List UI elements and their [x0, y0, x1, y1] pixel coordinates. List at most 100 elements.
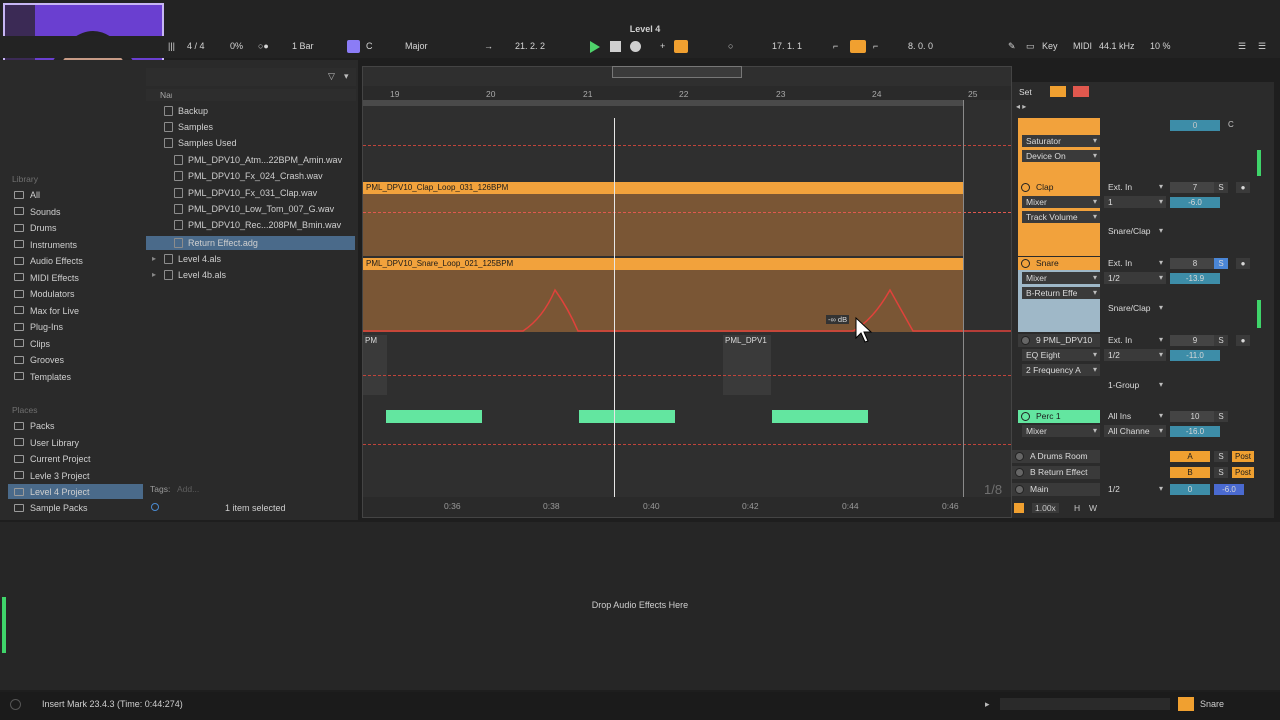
- fold-icon[interactable]: [1015, 485, 1024, 494]
- expand-arrow-icon[interactable]: ▸: [152, 254, 156, 263]
- input-type[interactable]: Ext. In: [1104, 181, 1166, 193]
- clap-clip-waveform[interactable]: [363, 194, 963, 256]
- param-chooser[interactable]: Track Volume: [1022, 211, 1100, 223]
- solo-button[interactable]: S: [1214, 411, 1228, 422]
- folder-item[interactable]: Samples: [178, 122, 213, 132]
- punch-out-icon[interactable]: ⌐: [873, 41, 878, 51]
- places-item-sample-packs[interactable]: Sample Packs: [30, 503, 88, 513]
- device-chooser[interactable]: Mixer: [1022, 196, 1100, 208]
- help-icon[interactable]: [10, 699, 21, 710]
- places-item-packs[interactable]: Packs: [30, 421, 55, 431]
- library-item-audio-effects[interactable]: Audio Effects: [30, 256, 83, 266]
- pan-value[interactable]: C: [1228, 120, 1234, 129]
- midi-clip[interactable]: [579, 410, 675, 423]
- solo-button[interactable]: S: [1214, 451, 1228, 462]
- keyboard-icon[interactable]: ▭: [1026, 41, 1035, 52]
- scale-mode-icon[interactable]: [347, 40, 360, 53]
- draw-mode-icon[interactable]: ✎: [1008, 41, 1016, 52]
- input-type[interactable]: Ext. In: [1104, 334, 1166, 346]
- places-item-current-project[interactable]: Current Project: [30, 454, 91, 464]
- track-name-snare[interactable]: Snare: [1018, 257, 1100, 270]
- file-item[interactable]: Level 4b.als: [178, 270, 226, 280]
- output-type[interactable]: Snare/Clap: [1104, 302, 1166, 314]
- name-column-header[interactable]: [146, 89, 356, 101]
- info-icon[interactable]: [151, 503, 159, 511]
- arrangement-record-button[interactable]: [1073, 86, 1089, 97]
- device-chooser[interactable]: Saturator: [1022, 135, 1100, 147]
- overview-mini[interactable]: [1000, 698, 1170, 710]
- solo-button[interactable]: S: [1214, 467, 1228, 478]
- fold-icon[interactable]: [1015, 452, 1024, 461]
- file-item[interactable]: Return Effect.adg: [188, 238, 258, 248]
- places-item-level-4-project[interactable]: Level 4 Project: [30, 487, 90, 497]
- fold-icon[interactable]: [1021, 412, 1030, 421]
- device-chooser[interactable]: EQ Eight: [1022, 349, 1100, 361]
- perc-clip-left[interactable]: PM: [363, 335, 387, 395]
- library-item-modulators[interactable]: Modulators: [30, 289, 75, 299]
- midi-clip[interactable]: [772, 410, 868, 423]
- groove-amount[interactable]: 0%: [230, 41, 243, 51]
- device-chooser[interactable]: Mixer: [1022, 425, 1100, 437]
- file-item[interactable]: PML_DPV10_Fx_024_Crash.wav: [188, 171, 323, 181]
- file-item[interactable]: PML_DPV10_Low_Tom_007_G.wav: [188, 204, 334, 214]
- library-item-instruments[interactable]: Instruments: [30, 240, 77, 250]
- h-toggle[interactable]: H: [1074, 503, 1080, 513]
- automation-arm-button[interactable]: [674, 40, 688, 53]
- play-icon[interactable]: ▸: [985, 699, 990, 710]
- loop-length[interactable]: 8. 0. 0: [908, 41, 933, 51]
- key-map-button[interactable]: Key: [1042, 41, 1058, 51]
- automation-line[interactable]: [363, 212, 1011, 213]
- track-number[interactable]: 8: [1170, 258, 1220, 269]
- input-channel[interactable]: 1/2: [1104, 349, 1166, 361]
- track-name-clap[interactable]: Clap: [1018, 181, 1100, 194]
- fold-icon[interactable]: [1021, 183, 1030, 192]
- library-item-drums[interactable]: Drums: [30, 223, 57, 233]
- follow-icon[interactable]: ○●: [258, 41, 269, 51]
- key-root-select[interactable]: C: [366, 41, 373, 51]
- top-track-volume[interactable]: 0: [1170, 120, 1220, 131]
- fold-icon[interactable]: [1021, 259, 1030, 268]
- track-number[interactable]: 7: [1170, 182, 1220, 193]
- tags-add-input[interactable]: Add...: [177, 484, 199, 494]
- expand-arrow-icon[interactable]: ▸: [152, 270, 156, 279]
- automation-mode-button[interactable]: [1050, 86, 1066, 97]
- record-button[interactable]: [630, 41, 641, 52]
- main-volume[interactable]: 0: [1170, 484, 1210, 495]
- arm-button[interactable]: ●: [1236, 258, 1250, 269]
- drop-hint[interactable]: Drop Audio Effects Here: [540, 600, 740, 610]
- library-item-sounds[interactable]: Sounds: [30, 207, 61, 217]
- library-item-plug-ins[interactable]: Plug-Ins: [30, 322, 63, 332]
- browser-menu-icon[interactable]: ▾: [344, 71, 349, 82]
- tempo-scale[interactable]: 1.00x: [1032, 503, 1059, 513]
- quantize-select[interactable]: 1 Bar: [292, 41, 314, 51]
- library-item-clips[interactable]: Clips: [30, 339, 50, 349]
- clap-clip-header[interactable]: PML_DPV10_Clap_Loop_031_126BPM: [363, 182, 963, 194]
- main-track[interactable]: Main: [1012, 483, 1100, 496]
- nav-arrows-icon[interactable]: ◂ ▸: [1016, 102, 1026, 111]
- file-item[interactable]: PML_DPV10_Fx_031_Clap.wav: [188, 188, 317, 198]
- metronome-icon[interactable]: |||: [168, 41, 175, 51]
- loop-brace[interactable]: [363, 100, 963, 106]
- folder-item[interactable]: Backup: [178, 106, 208, 116]
- automation-line[interactable]: [363, 375, 1011, 376]
- filter-icon[interactable]: ▽: [328, 71, 335, 82]
- library-item-max-for-live[interactable]: Max for Live: [30, 306, 79, 316]
- track-volume[interactable]: -13.9: [1170, 273, 1220, 284]
- track-volume[interactable]: -16.0: [1170, 426, 1220, 437]
- places-item-user-library[interactable]: User Library: [30, 438, 79, 448]
- arrangement-position[interactable]: 21. 2. 2: [515, 41, 545, 51]
- param-chooser[interactable]: 2 Frequency A: [1022, 364, 1100, 376]
- punch-in-icon[interactable]: ⌐: [833, 41, 838, 51]
- solo-button[interactable]: S: [1214, 182, 1228, 193]
- input-channel[interactable]: 1/2: [1104, 272, 1166, 284]
- automation-line[interactable]: [363, 145, 1011, 146]
- device-chooser[interactable]: Mixer: [1022, 272, 1100, 284]
- return-track-a[interactable]: A Drums Room: [1012, 450, 1100, 463]
- input-channel[interactable]: All Channe: [1104, 425, 1166, 437]
- play-button[interactable]: [590, 41, 600, 53]
- output-type[interactable]: Snare/Clap: [1104, 225, 1166, 237]
- track-number[interactable]: 10: [1170, 411, 1220, 422]
- solo-button[interactable]: S: [1214, 335, 1228, 346]
- post-button[interactable]: Post: [1232, 467, 1254, 478]
- post-button[interactable]: Post: [1232, 451, 1254, 462]
